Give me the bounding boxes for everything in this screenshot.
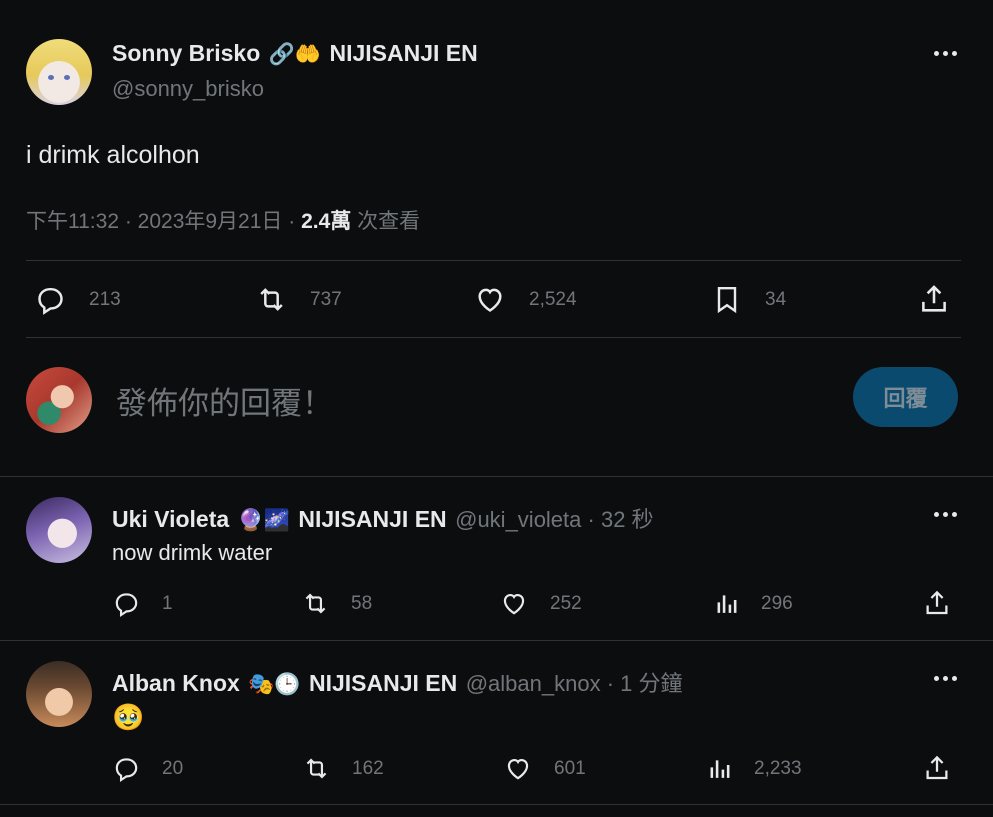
- author-name[interactable]: Sonny Brisko: [112, 40, 260, 66]
- analytics-icon: [717, 595, 737, 613]
- reply-submit-button[interactable]: 回覆: [853, 367, 958, 427]
- reply-badge-emojis: 🎭🕒: [248, 673, 301, 696]
- views-button[interactable]: 296: [713, 589, 793, 618]
- more-options-button[interactable]: [934, 512, 957, 517]
- more-options-button[interactable]: [934, 676, 957, 681]
- share-icon: [922, 285, 946, 312]
- like-button[interactable]: 252: [499, 589, 582, 618]
- bookmark-button[interactable]: 34: [711, 283, 786, 316]
- reply-author-name[interactable]: Alban Knox: [112, 670, 240, 696]
- share-button[interactable]: [922, 588, 952, 618]
- retweet-count: 58: [351, 592, 373, 614]
- retweet-count: 162: [352, 757, 384, 779]
- reply-submit-label: 回覆: [883, 386, 928, 411]
- reply-icon: [115, 593, 138, 618]
- like-count: 601: [554, 757, 586, 779]
- dot-icon: [934, 51, 939, 56]
- retweet-button[interactable]: 737: [254, 283, 342, 316]
- retweet-count: 737: [310, 288, 342, 310]
- views-label: 次查看: [351, 210, 421, 233]
- heart-icon: [503, 593, 525, 615]
- views-count: 2,233: [754, 757, 802, 779]
- share-icon: [926, 755, 948, 780]
- retweet-button[interactable]: 162: [301, 754, 384, 783]
- analytics-icon: [710, 760, 730, 778]
- reply-text: 🥹: [112, 702, 145, 732]
- author-affiliation: NIJISANJI EN: [329, 40, 478, 66]
- reply-count: 20: [162, 757, 184, 779]
- retweet-button[interactable]: 58: [300, 589, 372, 618]
- reply-count: 1: [162, 592, 173, 614]
- share-button[interactable]: [922, 753, 952, 783]
- reply-avatar[interactable]: [26, 661, 92, 727]
- tweet-meta: 下午11:32 · 2023年9月21日 · 2.4萬 次查看: [26, 205, 420, 235]
- reply-author-name[interactable]: Uki Violeta: [112, 506, 229, 532]
- share-button[interactable]: [917, 282, 951, 316]
- views-count: 2.4萬: [301, 210, 352, 233]
- bookmark-count: 34: [765, 288, 787, 310]
- more-options-button[interactable]: [934, 51, 957, 56]
- reply-handle[interactable]: @uki_violeta: [455, 507, 581, 532]
- retweet-icon: [260, 288, 283, 311]
- heart-icon: [478, 288, 502, 312]
- reply-header: Uki Violeta 🔮🌌 NIJISANJI EN @uki_violeta…: [112, 502, 654, 534]
- share-icon: [926, 590, 948, 615]
- like-count: 2,524: [529, 288, 577, 310]
- reply-button[interactable]: 213: [34, 283, 121, 316]
- reply-icon: [115, 758, 138, 783]
- tweet-timestamp[interactable]: 下午11:32 · 2023年9月21日 ·: [26, 210, 301, 233]
- reply-time[interactable]: · 32 秒: [581, 507, 654, 532]
- divider: [26, 337, 961, 338]
- reply-button[interactable]: 1: [112, 589, 173, 618]
- like-count: 252: [550, 592, 582, 614]
- reply-button[interactable]: 20: [112, 754, 183, 783]
- author-badge-emojis: 🔗🤲: [268, 43, 322, 66]
- dot-icon: [943, 512, 948, 517]
- reply-header: Alban Knox 🎭🕒 NIJISANJI EN @alban_knox ·…: [112, 666, 682, 698]
- tweet-text: i drimk alcolhon: [26, 141, 200, 169]
- like-button[interactable]: 601: [503, 754, 586, 783]
- current-user-avatar[interactable]: [26, 367, 92, 433]
- divider: [26, 260, 961, 261]
- dot-icon: [943, 51, 948, 56]
- reply-text: now drimk water: [112, 540, 273, 565]
- reply-avatar[interactable]: [26, 497, 92, 563]
- reply-affiliation: NIJISANJI EN: [308, 670, 458, 696]
- divider: [0, 476, 993, 477]
- reply-count: 213: [89, 288, 121, 310]
- dot-icon: [952, 512, 957, 517]
- author-handle[interactable]: @sonny_brisko: [112, 76, 264, 102]
- like-button[interactable]: 2,524: [473, 283, 577, 316]
- reply-handle[interactable]: @alban_knox: [466, 671, 601, 696]
- reply-composer-input[interactable]: 發佈你的回覆！: [116, 378, 333, 423]
- reply-badge-emojis: 🔮🌌: [237, 509, 290, 532]
- views-button[interactable]: 2,233: [706, 754, 802, 783]
- reply-time[interactable]: · 1 分鐘: [601, 671, 683, 696]
- bookmark-icon: [717, 286, 737, 314]
- reply-affiliation: NIJISANJI EN: [298, 506, 447, 532]
- retweet-icon: [305, 593, 326, 614]
- dot-icon: [943, 676, 948, 681]
- dot-icon: [934, 676, 939, 681]
- author-avatar[interactable]: [26, 39, 92, 105]
- divider: [0, 804, 993, 805]
- author-header: Sonny Brisko 🔗🤲 NIJISANJI EN: [112, 40, 478, 67]
- dot-icon: [952, 51, 957, 56]
- dot-icon: [952, 676, 957, 681]
- heart-icon: [507, 758, 529, 780]
- reply-icon: [38, 287, 63, 315]
- dot-icon: [934, 512, 939, 517]
- retweet-icon: [306, 758, 327, 779]
- divider: [0, 640, 993, 641]
- views-count: 296: [761, 592, 793, 614]
